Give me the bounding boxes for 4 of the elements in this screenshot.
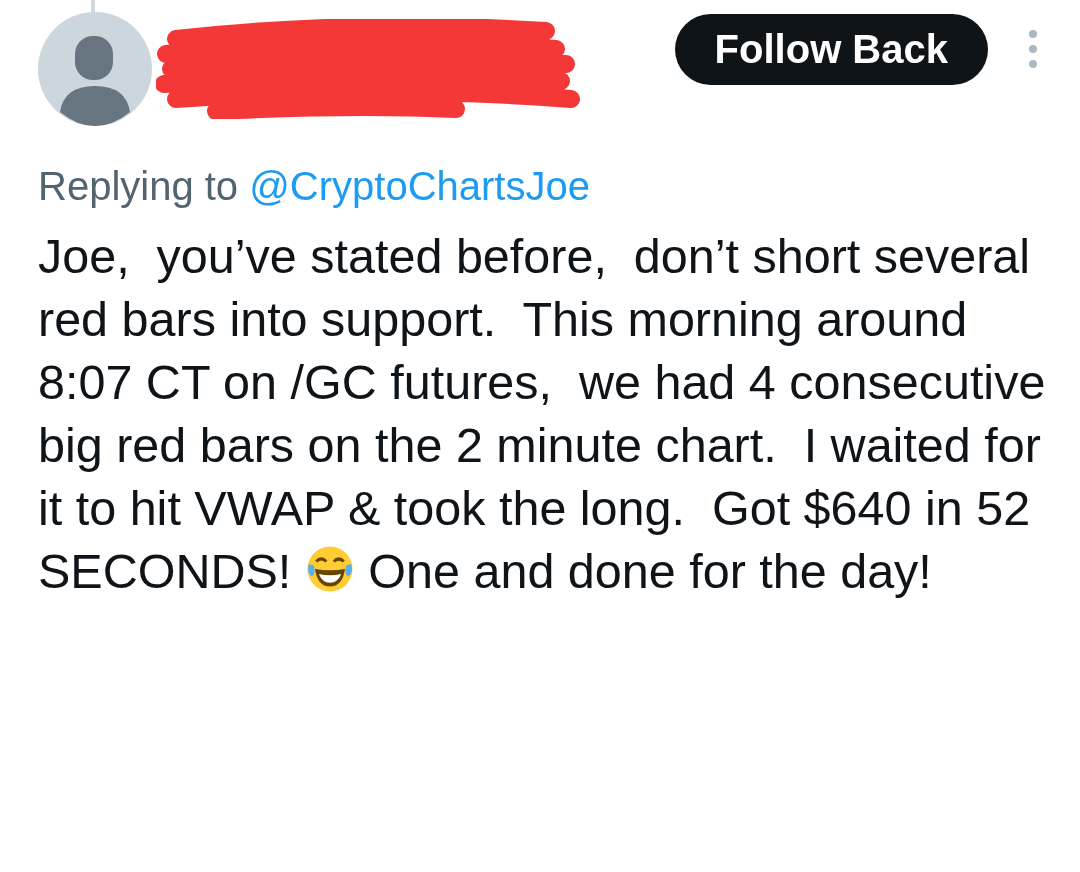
- follow-back-button[interactable]: Follow Back: [674, 13, 988, 85]
- tweet-text: Joe, you’ve stated before, don’t short several red bars into support. This morning around 8:07 CT on /GC futures, we had 4 consecutive big red bars on the 2 minute chart. I waited for it to hit VWAP & took the long. Got $640 in 52 SECONDS! One and done for the day!: [38, 228, 1047, 600]
- avatar-icon[interactable]: [38, 12, 152, 126]
- replying-to-label: Replying to: [38, 164, 239, 208]
